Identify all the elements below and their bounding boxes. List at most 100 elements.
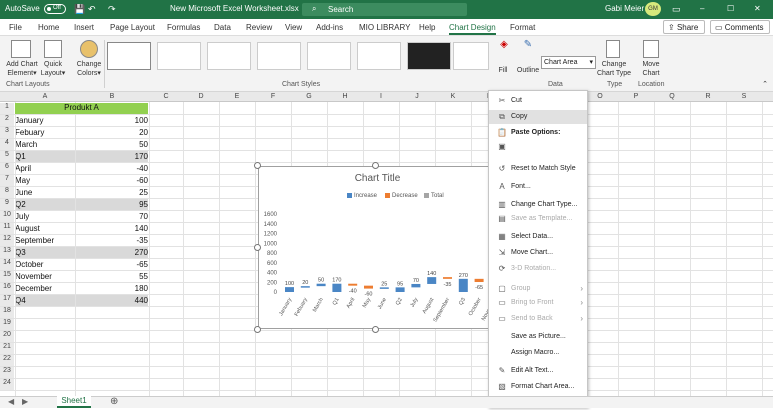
avatar[interactable]: GM — [645, 2, 661, 16]
change-colors-button[interactable]: Change Colors▾ — [72, 60, 106, 78]
menu-item-select-data[interactable]: ▦ Select Data... — [489, 230, 587, 244]
bar-april[interactable] — [348, 283, 358, 286]
col-q[interactable]: Q — [654, 93, 690, 100]
cell-value[interactable]: -40 — [75, 164, 148, 173]
header-cell-produkt-a[interactable]: Produkt A — [15, 103, 148, 114]
bar-october[interactable] — [474, 278, 484, 283]
resize-handle-b[interactable] — [372, 326, 379, 333]
quick-layout-icon[interactable] — [44, 40, 62, 58]
tab-page-layout[interactable]: Page Layout — [110, 23, 155, 32]
add-sheet-icon[interactable]: ⊕ — [110, 396, 118, 407]
menu-item-move-chart[interactable]: ⇲ Move Chart... — [489, 246, 587, 260]
tab-help[interactable]: Help — [419, 23, 435, 32]
bar-q1[interactable] — [332, 283, 342, 292]
cell-label[interactable]: December — [15, 284, 52, 293]
col-r[interactable]: R — [690, 93, 726, 100]
tab-insert[interactable]: Insert — [74, 23, 94, 32]
bar-may[interactable] — [364, 285, 373, 289]
chart-style-4[interactable] — [257, 42, 301, 70]
save-icon[interactable]: 💾 — [74, 4, 85, 15]
bar-march[interactable] — [316, 283, 326, 287]
cell-value[interactable]: -35 — [75, 236, 148, 245]
outline-button[interactable]: Outline — [514, 66, 542, 75]
change-colors-icon[interactable] — [80, 40, 98, 58]
cell-value[interactable]: 25 — [75, 188, 148, 197]
outline-icon[interactable]: ✎ — [521, 40, 535, 50]
chart-style-2[interactable] — [157, 42, 201, 70]
tab-add-ins[interactable]: Add-ins — [316, 23, 343, 32]
cell-value[interactable]: 95 — [75, 200, 148, 209]
cell-value[interactable]: 440 — [75, 296, 148, 305]
col-b[interactable]: B — [75, 93, 149, 100]
col-e[interactable]: E — [219, 93, 255, 100]
cell-value[interactable]: 70 — [75, 212, 148, 221]
add-chart-element-button[interactable]: Add Chart Element▾ — [3, 60, 41, 78]
share-button[interactable]: ⇪ Share — [663, 20, 705, 34]
col-h[interactable]: H — [327, 93, 363, 100]
chart-style-8[interactable] — [453, 42, 489, 70]
col-s[interactable]: S — [726, 93, 762, 100]
resize-handle-bl[interactable] — [254, 326, 261, 333]
col-c[interactable]: C — [149, 93, 183, 100]
ribbon-display-icon[interactable]: ▭ — [672, 4, 681, 15]
change-chart-type-icon[interactable] — [606, 40, 620, 58]
resize-handle-tl[interactable] — [254, 162, 261, 169]
cell-label[interactable]: Q2 — [15, 200, 26, 209]
menu-item-edit-alt-text[interactable]: ✎ Edit Alt Text... — [489, 364, 587, 378]
tab-formulas[interactable]: Formulas — [167, 23, 200, 32]
col-d[interactable]: D — [183, 93, 219, 100]
col-p[interactable]: P — [618, 93, 654, 100]
menu-item-copy[interactable]: ⧉ Copy — [489, 110, 587, 124]
tab-home[interactable]: Home — [38, 23, 59, 32]
bar-july[interactable] — [411, 283, 421, 288]
comments-button[interactable]: ▭ Comments — [710, 20, 770, 34]
tab-chart-design[interactable]: Chart Design — [449, 23, 496, 35]
col-a[interactable]: A — [15, 93, 75, 100]
cell-label[interactable]: Q3 — [15, 248, 26, 257]
move-chart-button[interactable]: Move Chart — [637, 60, 665, 78]
change-chart-type-button[interactable]: Change Chart Type — [596, 60, 632, 78]
cell-label[interactable]: July — [15, 212, 29, 221]
cell-value[interactable]: 270 — [75, 248, 148, 257]
menu-item-paste-keep-formatting[interactable]: ▣ — [489, 140, 587, 154]
minimize-icon[interactable]: – — [700, 4, 710, 16]
sheet-tab-sheet1[interactable]: Sheet1 — [57, 396, 91, 408]
tab-data[interactable]: Data — [214, 23, 231, 32]
col-f[interactable]: F — [255, 93, 291, 100]
tab-format[interactable]: Format — [510, 23, 535, 32]
bar-q3[interactable] — [458, 278, 468, 292]
bar-febuary[interactable] — [300, 286, 310, 288]
cell-label[interactable]: November — [15, 272, 52, 281]
cell-label[interactable]: October — [15, 260, 43, 269]
cell-value[interactable]: 140 — [75, 224, 148, 233]
tab-mio-library[interactable]: MIO LIBRARY — [359, 23, 410, 32]
chart-style-1[interactable] — [107, 42, 151, 70]
tab-view[interactable]: View — [285, 23, 302, 32]
bar-q2[interactable] — [395, 287, 405, 292]
menu-item-reset-to-match-style[interactable]: ↺ Reset to Match Style — [489, 162, 587, 176]
col-k[interactable]: K — [435, 93, 471, 100]
bar-august[interactable] — [427, 277, 437, 284]
cell-label[interactable]: June — [15, 188, 32, 197]
search-box[interactable]: ⌕ Search — [302, 3, 467, 16]
tab-file[interactable]: File — [9, 23, 22, 32]
cell-value[interactable]: -60 — [75, 176, 148, 185]
cell-value[interactable]: 180 — [75, 284, 148, 293]
move-chart-icon[interactable] — [643, 40, 659, 58]
col-i[interactable]: I — [363, 93, 399, 100]
cell-label[interactable]: May — [15, 176, 30, 185]
add-chart-element-icon[interactable] — [11, 40, 31, 58]
menu-item-font[interactable]: A Font... — [489, 180, 587, 194]
cell-value[interactable]: 170 — [75, 152, 148, 161]
cell-label[interactable]: Q4 — [15, 296, 26, 305]
chart-style-3[interactable] — [207, 42, 251, 70]
cell-value[interactable]: 100 — [75, 116, 148, 125]
bar-january[interactable] — [285, 287, 294, 292]
menu-item-save-as-picture[interactable]: Save as Picture... — [489, 330, 587, 344]
cell-label[interactable]: September — [15, 236, 54, 245]
tab-review[interactable]: Review — [246, 23, 272, 32]
bar-september[interactable] — [443, 277, 452, 279]
cell-label[interactable]: Febuary — [15, 128, 44, 137]
cell-value[interactable]: 50 — [75, 140, 148, 149]
quick-layout-button[interactable]: Quick Layout▾ — [38, 60, 68, 78]
